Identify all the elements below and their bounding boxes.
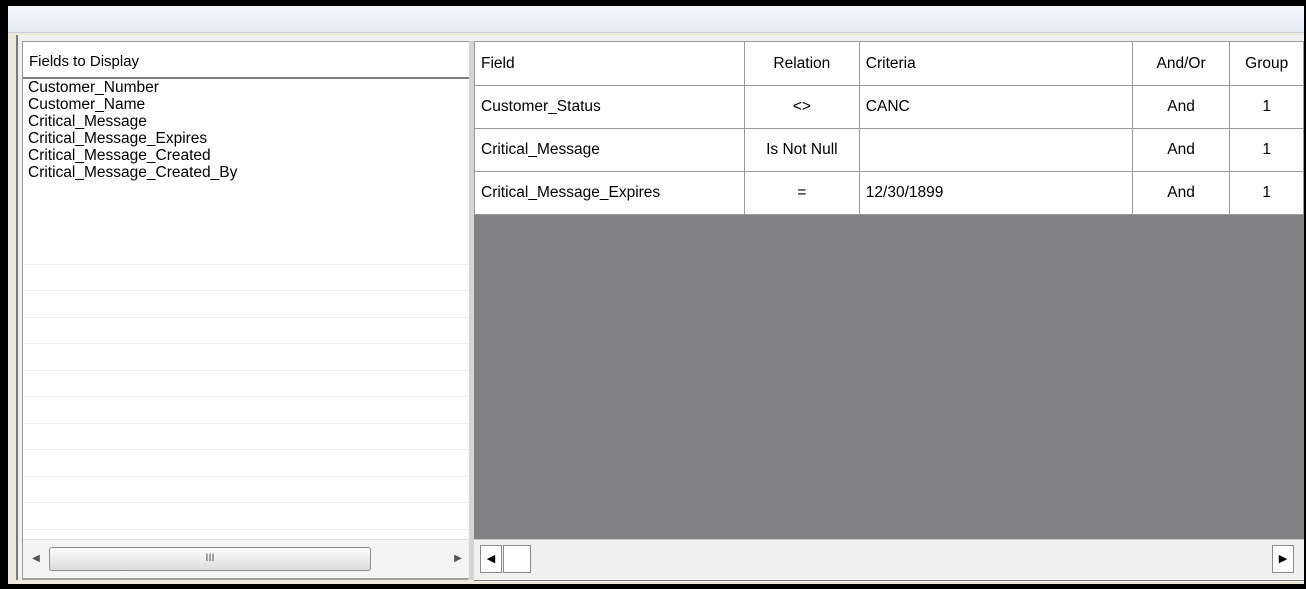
grip-icon: III [205, 552, 215, 564]
empty-row [23, 424, 469, 450]
divider [22, 578, 468, 580]
column-header-criteria[interactable]: Criteria [858, 41, 1133, 86]
scroll-left-arrow-icon[interactable]: ◀ [29, 551, 43, 567]
table-row[interactable]: Critical_Message_Expires = 12/30/1899 An… [474, 171, 1304, 215]
empty-row [23, 265, 469, 291]
list-item[interactable]: Critical_Message_Created [23, 147, 469, 164]
criteria-grid: Field Relation Criteria And/Or Group Cus… [474, 41, 1304, 215]
cell-field[interactable]: Critical_Message [474, 128, 745, 172]
cell-andor[interactable]: And [1131, 85, 1231, 129]
fields-to-display-header: Fields to Display [23, 42, 469, 79]
cell-relation[interactable]: <> [743, 85, 860, 129]
cell-criteria[interactable]: CANC [858, 85, 1133, 129]
empty-list-rows [23, 238, 469, 556]
table-row[interactable]: Critical_Message Is Not Null And 1 [474, 128, 1304, 172]
criteria-grid-panel: Field Relation Criteria And/Or Group Cus… [474, 41, 1304, 581]
cell-relation[interactable]: Is Not Null [743, 128, 860, 172]
empty-row [23, 318, 469, 344]
cell-group[interactable]: 1 [1229, 85, 1304, 129]
list-item[interactable]: Customer_Number [23, 79, 469, 96]
scrollbar-thumb[interactable] [503, 545, 531, 573]
empty-row [23, 291, 469, 318]
list-item[interactable]: Customer_Name [23, 96, 469, 113]
column-header-relation[interactable]: Relation [743, 41, 860, 86]
empty-row [23, 477, 469, 503]
title-bar [8, 6, 1304, 33]
query-window: Fields to Display Customer_Number Custom… [8, 6, 1304, 584]
column-header-field[interactable]: Field [474, 41, 745, 86]
cell-andor[interactable]: And [1131, 171, 1231, 215]
empty-row [23, 371, 469, 397]
empty-row [23, 344, 469, 371]
empty-row [23, 450, 469, 477]
table-row[interactable]: Customer_Status <> CANC And 1 [474, 85, 1304, 129]
fields-to-display-panel: Fields to Display Customer_Number Custom… [22, 41, 470, 579]
cell-relation[interactable]: = [743, 171, 860, 215]
list-item[interactable]: Critical_Message_Expires [23, 130, 469, 147]
grid-header-row: Field Relation Criteria And/Or Group [474, 41, 1304, 86]
cell-group[interactable]: 1 [1229, 128, 1304, 172]
cell-group[interactable]: 1 [1229, 171, 1304, 215]
fields-list: Customer_Number Customer_Name Critical_M… [23, 79, 469, 181]
scrollbar-thumb[interactable]: III [49, 547, 371, 571]
list-item[interactable]: Critical_Message [23, 113, 469, 130]
empty-row [23, 397, 469, 424]
cell-criteria[interactable] [858, 128, 1133, 172]
cell-field[interactable]: Critical_Message_Expires [474, 171, 745, 215]
scroll-right-arrow-icon[interactable]: ▶ [451, 551, 465, 567]
empty-row [23, 503, 469, 530]
list-item[interactable]: Critical_Message_Created_By [23, 164, 469, 181]
cell-criteria[interactable]: 12/30/1899 [858, 171, 1133, 215]
scroll-left-arrow-icon[interactable]: ◀ [480, 545, 502, 573]
cell-andor[interactable]: And [1131, 128, 1231, 172]
fields-horizontal-scrollbar[interactable]: ◀ III ▶ [23, 539, 469, 578]
scroll-right-arrow-icon[interactable]: ▶ [1272, 545, 1294, 573]
column-header-andor[interactable]: And/Or [1131, 41, 1231, 86]
empty-row [23, 238, 469, 265]
grid-horizontal-scrollbar[interactable]: ◀ ▶ [474, 539, 1304, 580]
cell-field[interactable]: Customer_Status [474, 85, 745, 129]
column-header-group[interactable]: Group [1229, 41, 1304, 86]
